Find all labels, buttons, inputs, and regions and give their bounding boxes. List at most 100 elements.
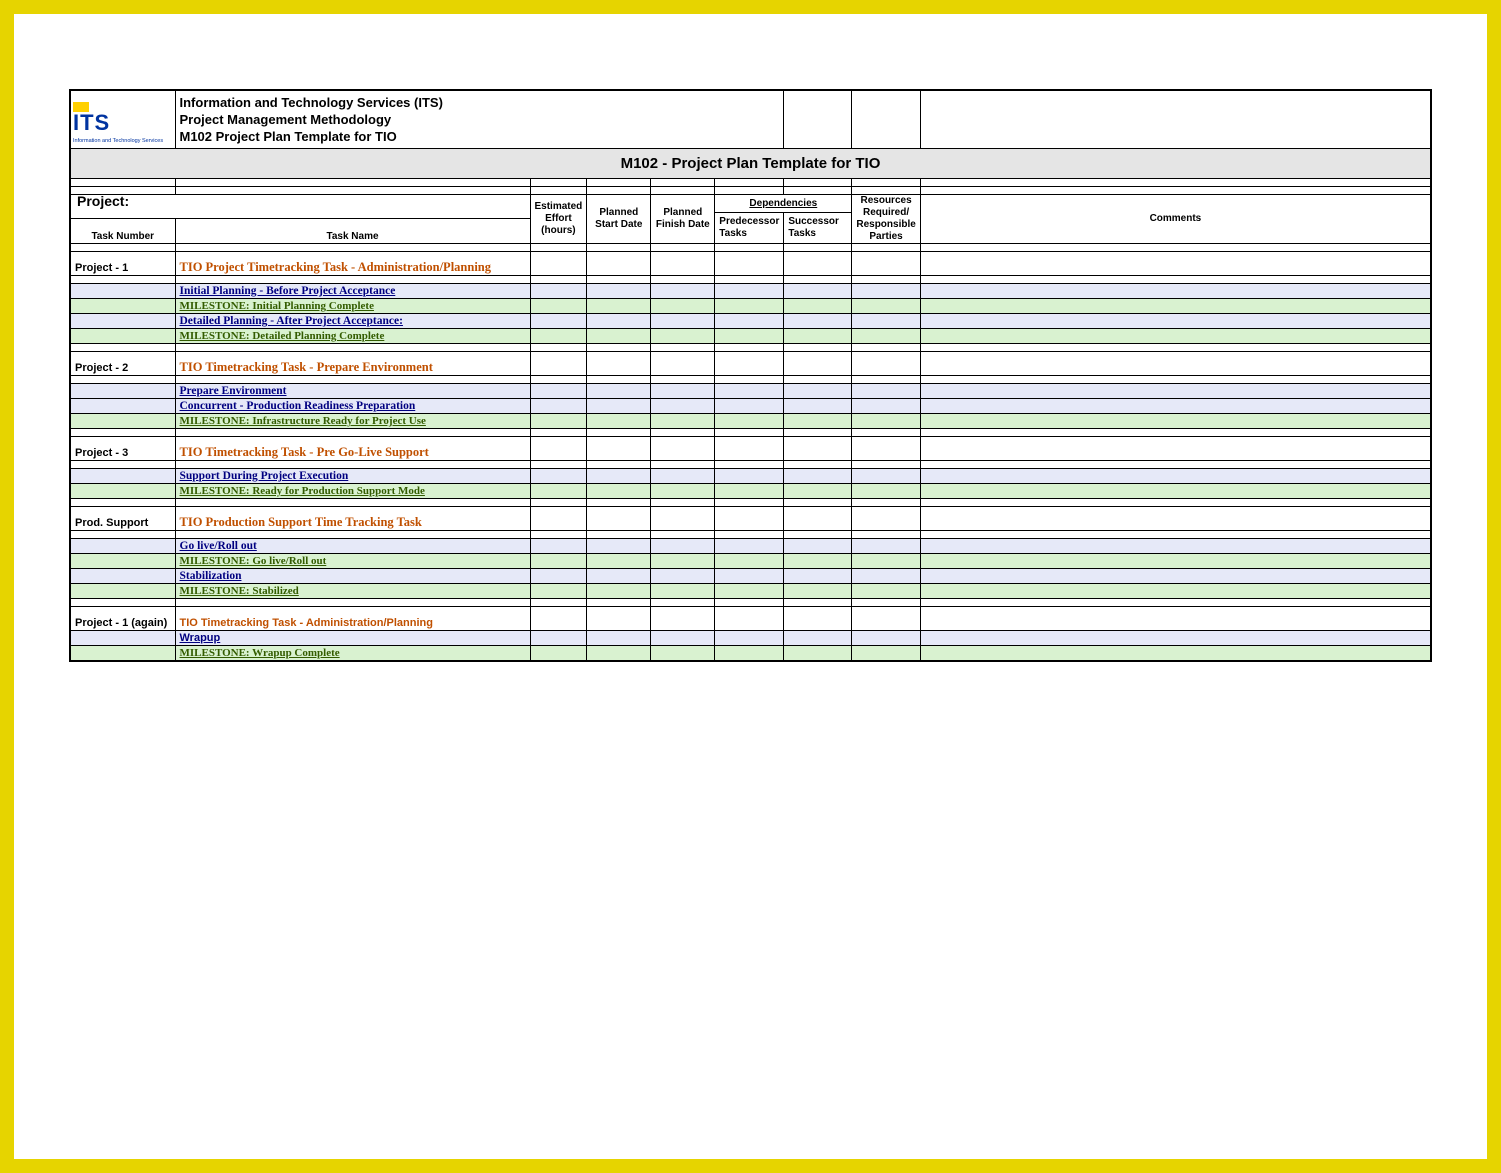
table-row: MILESTONE: Detailed Planning Complete: [70, 329, 1431, 344]
header-line-1: Information and Technology Services (ITS…: [180, 94, 780, 111]
banner-title: M102 - Project Plan Template for TIO: [70, 149, 1431, 179]
document-page: ITS Information and Technology Services …: [0, 0, 1501, 1173]
table-row: [70, 499, 1431, 507]
col-planned-finish: Planned Finish Date: [651, 195, 715, 244]
milestone-label: MILESTONE: Initial Planning Complete: [180, 300, 374, 312]
header-line-3: M102 Project Plan Template for TIO: [180, 128, 780, 145]
logo-cell: ITS Information and Technology Services: [70, 90, 175, 149]
subtask-label: Concurrent - Production Readiness Prepar…: [180, 400, 416, 412]
task-name-cell: MILESTONE: Detailed Planning Complete: [175, 329, 530, 344]
table-row: [70, 429, 1431, 437]
task-number-cell: Project - 1: [70, 252, 175, 276]
table-row: Prod. Support TIO Production Support Time…: [70, 507, 1431, 531]
table-row: MILESTONE: Ready for Production Support …: [70, 484, 1431, 499]
task-name-cell: Wrapup: [175, 631, 530, 646]
col-task-name: Task Name: [175, 219, 530, 244]
task-name-cell: Prepare Environment: [175, 384, 530, 399]
table-row: [70, 531, 1431, 539]
table-row: [70, 244, 1431, 252]
project-label-header: Project:: [70, 195, 530, 219]
col-predecessor: Predecessor Tasks: [715, 213, 784, 244]
subtask-label: Initial Planning - Before Project Accept…: [180, 285, 396, 297]
col-resources: Resources Required/ Responsible Parties: [852, 195, 920, 244]
col-successor: Successor Tasks: [784, 213, 852, 244]
table-row: MILESTONE: Go live/Roll out: [70, 554, 1431, 569]
subtask-label: Detailed Planning - After Project Accept…: [180, 315, 403, 327]
project-plan-table: ITS Information and Technology Services …: [69, 89, 1432, 662]
header-text-block: Information and Technology Services (ITS…: [175, 90, 784, 149]
task-name-cell: TIO Timetracking Task - Administration/P…: [175, 607, 530, 631]
subtask-label: Wrapup: [180, 632, 221, 644]
spacer-row: [70, 187, 1431, 195]
task-name-cell: Go live/Roll out: [175, 539, 530, 554]
section-heading: TIO Production Support Time Tracking Tas…: [180, 515, 422, 529]
task-name-cell: Detailed Planning - After Project Accept…: [175, 314, 530, 329]
section-heading: TIO Timetracking Task - Administration/P…: [180, 617, 433, 629]
task-name-cell: Concurrent - Production Readiness Prepar…: [175, 399, 530, 414]
table-row: Stabilization: [70, 569, 1431, 584]
header-empty-3: [920, 90, 1431, 149]
task-name-cell: TIO Timetracking Task - Prepare Environm…: [175, 352, 530, 376]
section-heading: TIO Timetracking Task - Prepare Environm…: [180, 360, 433, 374]
milestone-label: MILESTONE: Go live/Roll out: [180, 555, 327, 567]
col-planned-start: Planned Start Date: [587, 195, 651, 244]
task-number-cell: Project - 1 (again): [70, 607, 175, 631]
col-task-number: Task Number: [70, 219, 175, 244]
subtask-label: Prepare Environment: [180, 385, 287, 397]
table-body: Project - 1 TIO Project Timetracking Task…: [70, 244, 1431, 662]
title-row: M102 - Project Plan Template for TIO: [70, 149, 1431, 179]
table-row: MILESTONE: Wrapup Complete: [70, 646, 1431, 662]
table-row: [70, 276, 1431, 284]
task-number-cell: Project - 3: [70, 437, 175, 461]
table-row: Prepare Environment: [70, 384, 1431, 399]
section-heading: TIO Project Timetracking Task - Administ…: [180, 260, 492, 274]
table-row: Initial Planning - Before Project Accept…: [70, 284, 1431, 299]
table-row: [70, 461, 1431, 469]
col-comments: Comments: [920, 195, 1431, 244]
task-name-cell: Stabilization: [175, 569, 530, 584]
table-row: MILESTONE: Initial Planning Complete: [70, 299, 1431, 314]
table-row: Project - 2 TIO Timetracking Task - Prepa…: [70, 352, 1431, 376]
subtask-label: Go live/Roll out: [180, 540, 257, 552]
task-name-cell: TIO Timetracking Task - Pre Go-Live Supp…: [175, 437, 530, 461]
table-row: Project - 1 (again) TIO Timetracking Task…: [70, 607, 1431, 631]
milestone-label: MILESTONE: Ready for Production Support …: [180, 485, 425, 497]
subtask-label: Stabilization: [180, 570, 242, 582]
table-row: Project - 1 TIO Project Timetracking Task…: [70, 252, 1431, 276]
spacer-row: [70, 179, 1431, 187]
task-number-cell: Project - 2: [70, 352, 175, 376]
milestone-label: MILESTONE: Stabilized: [180, 585, 299, 597]
table-row: [70, 344, 1431, 352]
task-number-cell: Prod. Support: [70, 507, 175, 531]
col-estimated-effort: Estimated Effort (hours): [530, 195, 587, 244]
task-name-cell: MILESTONE: Go live/Roll out: [175, 554, 530, 569]
task-name-cell: MILESTONE: Infrastructure Ready for Proj…: [175, 414, 530, 429]
task-name-cell: MILESTONE: Initial Planning Complete: [175, 299, 530, 314]
task-name-cell: MILESTONE: Stabilized: [175, 584, 530, 599]
table-row: Go live/Roll out: [70, 539, 1431, 554]
table-row: MILESTONE: Infrastructure Ready for Proj…: [70, 414, 1431, 429]
header-row: ITS Information and Technology Services …: [70, 90, 1431, 149]
task-name-cell: TIO Project Timetracking Task - Administ…: [175, 252, 530, 276]
milestone-label: MILESTONE: Wrapup Complete: [180, 647, 340, 659]
milestone-label: MILESTONE: Infrastructure Ready for Proj…: [180, 415, 426, 427]
table-row: Detailed Planning - After Project Accept…: [70, 314, 1431, 329]
table-row: MILESTONE: Stabilized: [70, 584, 1431, 599]
task-name-cell: TIO Production Support Time Tracking Tas…: [175, 507, 530, 531]
task-name-cell: MILESTONE: Wrapup Complete: [175, 646, 530, 662]
subtask-label: Support During Project Execution: [180, 470, 349, 482]
table-row: Wrapup: [70, 631, 1431, 646]
table-row: Project - 3 TIO Timetracking Task - Pre G…: [70, 437, 1431, 461]
milestone-label: MILESTONE: Detailed Planning Complete: [180, 330, 385, 342]
table-row: [70, 599, 1431, 607]
section-heading: TIO Timetracking Task - Pre Go-Live Supp…: [180, 445, 429, 459]
table-row: Support During Project Execution: [70, 469, 1431, 484]
table-row: [70, 376, 1431, 384]
task-name-cell: Support During Project Execution: [175, 469, 530, 484]
logo-brand: ITS: [73, 112, 110, 134]
column-header-row-1: Project: Estimated Effort (hours) Planne…: [70, 195, 1431, 213]
header-empty-1: [784, 90, 852, 149]
header-empty-2: [852, 90, 920, 149]
table-row: Concurrent - Production Readiness Prepar…: [70, 399, 1431, 414]
header-line-2: Project Management Methodology: [180, 111, 780, 128]
